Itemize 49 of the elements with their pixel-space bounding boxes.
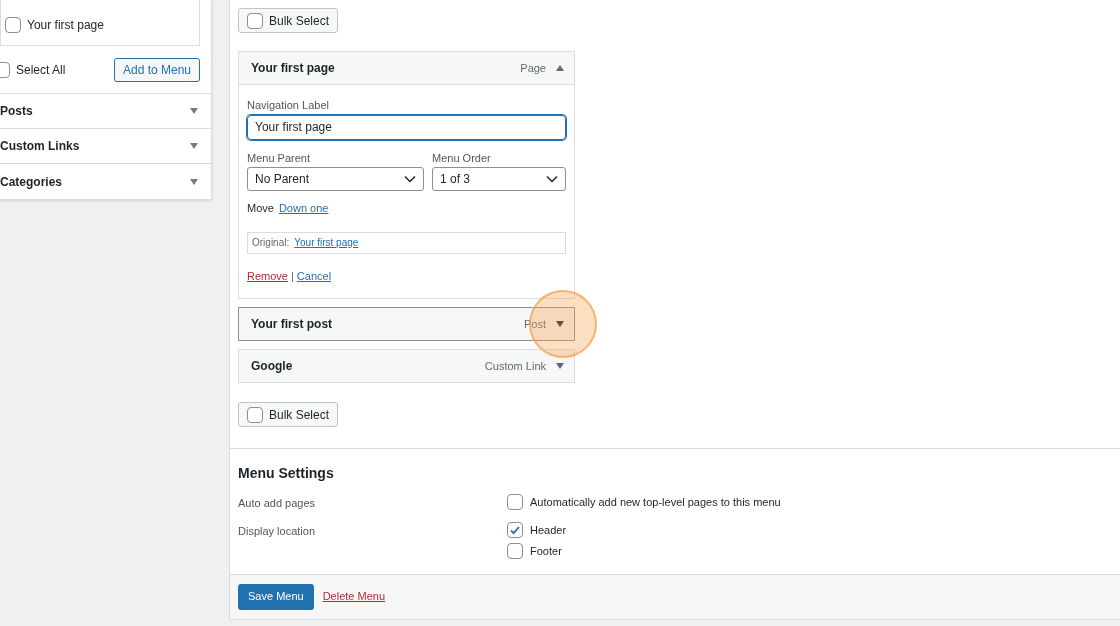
checkbox[interactable] [507, 494, 523, 511]
item-type-label: Custom Link [484, 358, 546, 374]
checkbox-label: Footer [530, 544, 562, 559]
accordion-section[interactable]: Custom Links [0, 129, 211, 164]
caret-down-icon[interactable] [190, 143, 198, 149]
remove-link[interactable]: Remove [247, 267, 288, 284]
field-label: Navigation Label [247, 98, 330, 113]
navigation-label-field[interactable]: Your first page [247, 114, 566, 140]
checkbox-label: Your first page [27, 16, 104, 34]
caret-down-icon[interactable] [556, 363, 564, 369]
save-menu-button[interactable]: Save Menu [238, 583, 314, 610]
menu-item-bar[interactable]: Google Custom Link [238, 349, 575, 383]
checkbox[interactable] [247, 12, 263, 29]
bulk-select-button[interactable]: Bulk Select [238, 402, 339, 427]
chevron-down-icon [404, 175, 416, 183]
caret-down-icon[interactable] [190, 178, 198, 185]
menu-order-select[interactable]: 1 of 3 [432, 167, 566, 191]
add-to-menu-button[interactable]: Add to Menu [113, 57, 200, 82]
checkbox[interactable] [5, 16, 21, 33]
cancel-link[interactable]: Cancel [296, 267, 332, 284]
checkbox-label: Header [530, 522, 567, 538]
separator-text: | [290, 268, 294, 284]
original-label: Original: [252, 236, 290, 250]
menu-item-bar[interactable]: Your first page Page [238, 51, 575, 85]
move-label: Move [247, 201, 274, 216]
menu-item-bar[interactable]: Your first post Post [238, 307, 575, 341]
item-type-label: Post [524, 316, 546, 332]
setting-label: Auto add pages [238, 496, 317, 511]
chevron-down-icon [546, 175, 558, 183]
bulk-select-button[interactable]: Bulk Select [238, 8, 339, 33]
field-label: Menu Order [432, 150, 492, 166]
caret-down-icon[interactable] [556, 321, 564, 327]
field-label: Menu Parent [247, 150, 311, 166]
move-down-link[interactable]: Down one [278, 200, 329, 217]
checkbox[interactable] [507, 521, 523, 538]
checkbox[interactable] [507, 543, 523, 560]
caret-down-icon[interactable] [190, 108, 198, 114]
accordion-section[interactable]: Categories [0, 164, 211, 199]
checkbox[interactable] [247, 406, 263, 423]
delete-menu-link[interactable]: Delete Menu [322, 588, 386, 605]
caret-up-icon[interactable] [556, 65, 564, 71]
menu-parent-select[interactable]: No Parent [247, 167, 424, 191]
setting-label: Display location [238, 523, 317, 539]
section-heading: Menu Settings [238, 464, 335, 483]
checkbox-label: Automatically add new top-level pages to this menu [530, 495, 781, 510]
checkbox-label: Select All [16, 61, 66, 79]
accordion-section[interactable]: Posts [0, 94, 211, 129]
item-type-label: Page [520, 60, 546, 76]
original-link[interactable]: Your first page [294, 235, 359, 250]
